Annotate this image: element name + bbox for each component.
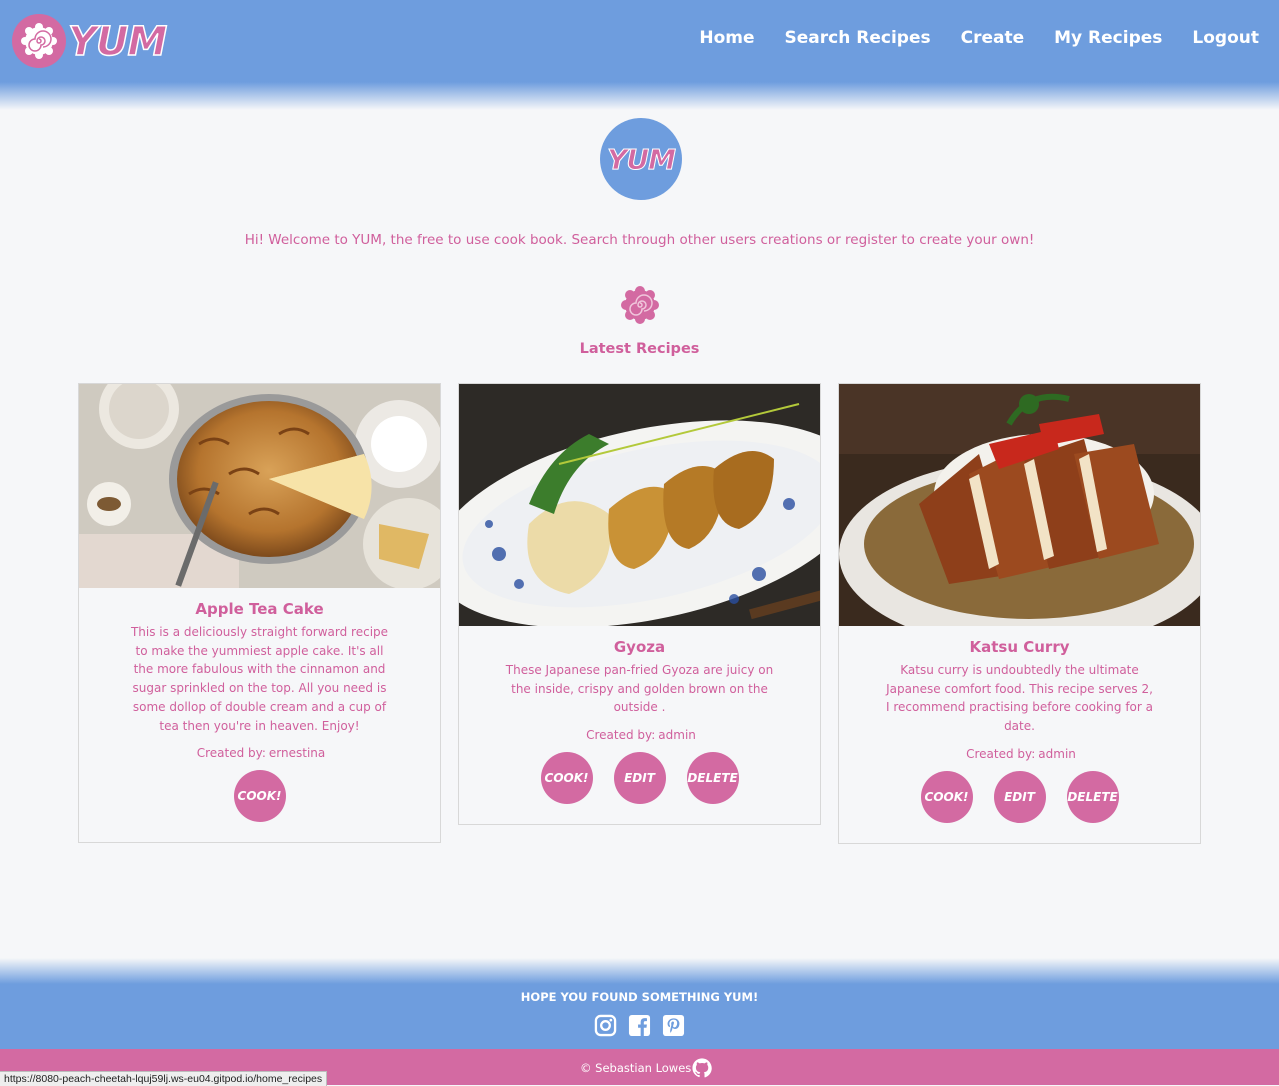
author-name: admin <box>658 728 696 743</box>
logo-wordmark: YUM <box>67 18 168 66</box>
recipe-image <box>459 384 820 626</box>
author-name: ernestina <box>268 746 326 761</box>
site-footer: HOPE YOU FOUND SOMETHING YUM! <box>0 958 1279 1050</box>
recipe-title[interactable]: Katsu Curry <box>839 637 1200 657</box>
recipe-card: Gyoza These Japanese pan-fried Gyoza are… <box>458 383 821 826</box>
welcome-message: Hi! Welcome to YUM, the free to use cook… <box>244 232 1035 248</box>
recipe-author: Created by: ernestina <box>79 744 440 762</box>
author-label: Created by: <box>196 746 266 761</box>
site-header: YUM Home Search Recipes Create My Recipe… <box>0 0 1279 110</box>
instagram-icon[interactable] <box>594 1014 617 1037</box>
recipe-actions: COOK! EDIT DELETE <box>839 770 1200 823</box>
nav-home[interactable]: Home <box>699 24 754 52</box>
recipe-author: Created by: admin <box>459 726 820 744</box>
cook-button[interactable]: COOK! <box>233 770 286 823</box>
social-links <box>594 1014 685 1037</box>
recipe-actions: COOK! EDIT DELETE <box>459 752 820 805</box>
recipe-description: This is a deliciously straight forward r… <box>130 625 389 733</box>
recipe-actions: COOK! <box>79 770 440 823</box>
delete-button[interactable]: DELETE <box>1066 770 1119 823</box>
recipe-card: Katsu Curry Katsu curry is undoubtedly t… <box>838 383 1201 844</box>
edit-button[interactable]: EDIT <box>613 752 666 805</box>
hero-logo: YUM <box>600 118 682 200</box>
github-icon[interactable] <box>692 1058 712 1078</box>
browser-status-url: https://8080-peach-cheetah-lquj59lj.ws-e… <box>0 1071 328 1086</box>
pinterest-icon[interactable] <box>662 1014 685 1037</box>
copyright-text: © Sebastian Lowes <box>580 1061 692 1075</box>
recipe-author: Created by: admin <box>839 745 1200 763</box>
nav-logout[interactable]: Logout <box>1192 24 1259 52</box>
recipe-image <box>839 384 1200 626</box>
cook-button[interactable]: COOK! <box>920 770 973 823</box>
recipe-title[interactable]: Gyoza <box>459 637 820 657</box>
facebook-icon[interactable] <box>628 1014 651 1037</box>
naruto-swirl-icon <box>620 285 660 325</box>
nav-search-recipes[interactable]: Search Recipes <box>785 24 931 52</box>
recipe-description: These Japanese pan-fried Gyoza are juicy… <box>505 663 774 715</box>
nav-my-recipes[interactable]: My Recipes <box>1054 24 1162 52</box>
latest-recipes-heading: Latest Recipes <box>579 341 700 357</box>
edit-button[interactable]: EDIT <box>993 770 1046 823</box>
author-label: Created by: <box>966 746 1036 761</box>
naruto-swirl-icon <box>12 14 66 68</box>
recipe-description: Katsu curry is undoubtedly the ultimate … <box>885 663 1153 734</box>
cook-button[interactable]: COOK! <box>540 752 593 805</box>
delete-button[interactable]: DELETE <box>686 752 739 805</box>
recipe-title[interactable]: Apple Tea Cake <box>79 599 440 619</box>
nav-create[interactable]: Create <box>961 24 1025 52</box>
author-name: admin <box>1038 746 1076 761</box>
author-label: Created by: <box>586 728 656 743</box>
main-nav: Home Search Recipes Create My Recipes Lo… <box>699 24 1259 52</box>
hero-logo-text: YUM <box>607 142 677 176</box>
footer-tagline: HOPE YOU FOUND SOMETHING YUM! <box>520 990 759 1004</box>
recipe-image <box>79 384 440 588</box>
recipe-card: Apple Tea Cake This is a deliciously str… <box>78 383 441 844</box>
